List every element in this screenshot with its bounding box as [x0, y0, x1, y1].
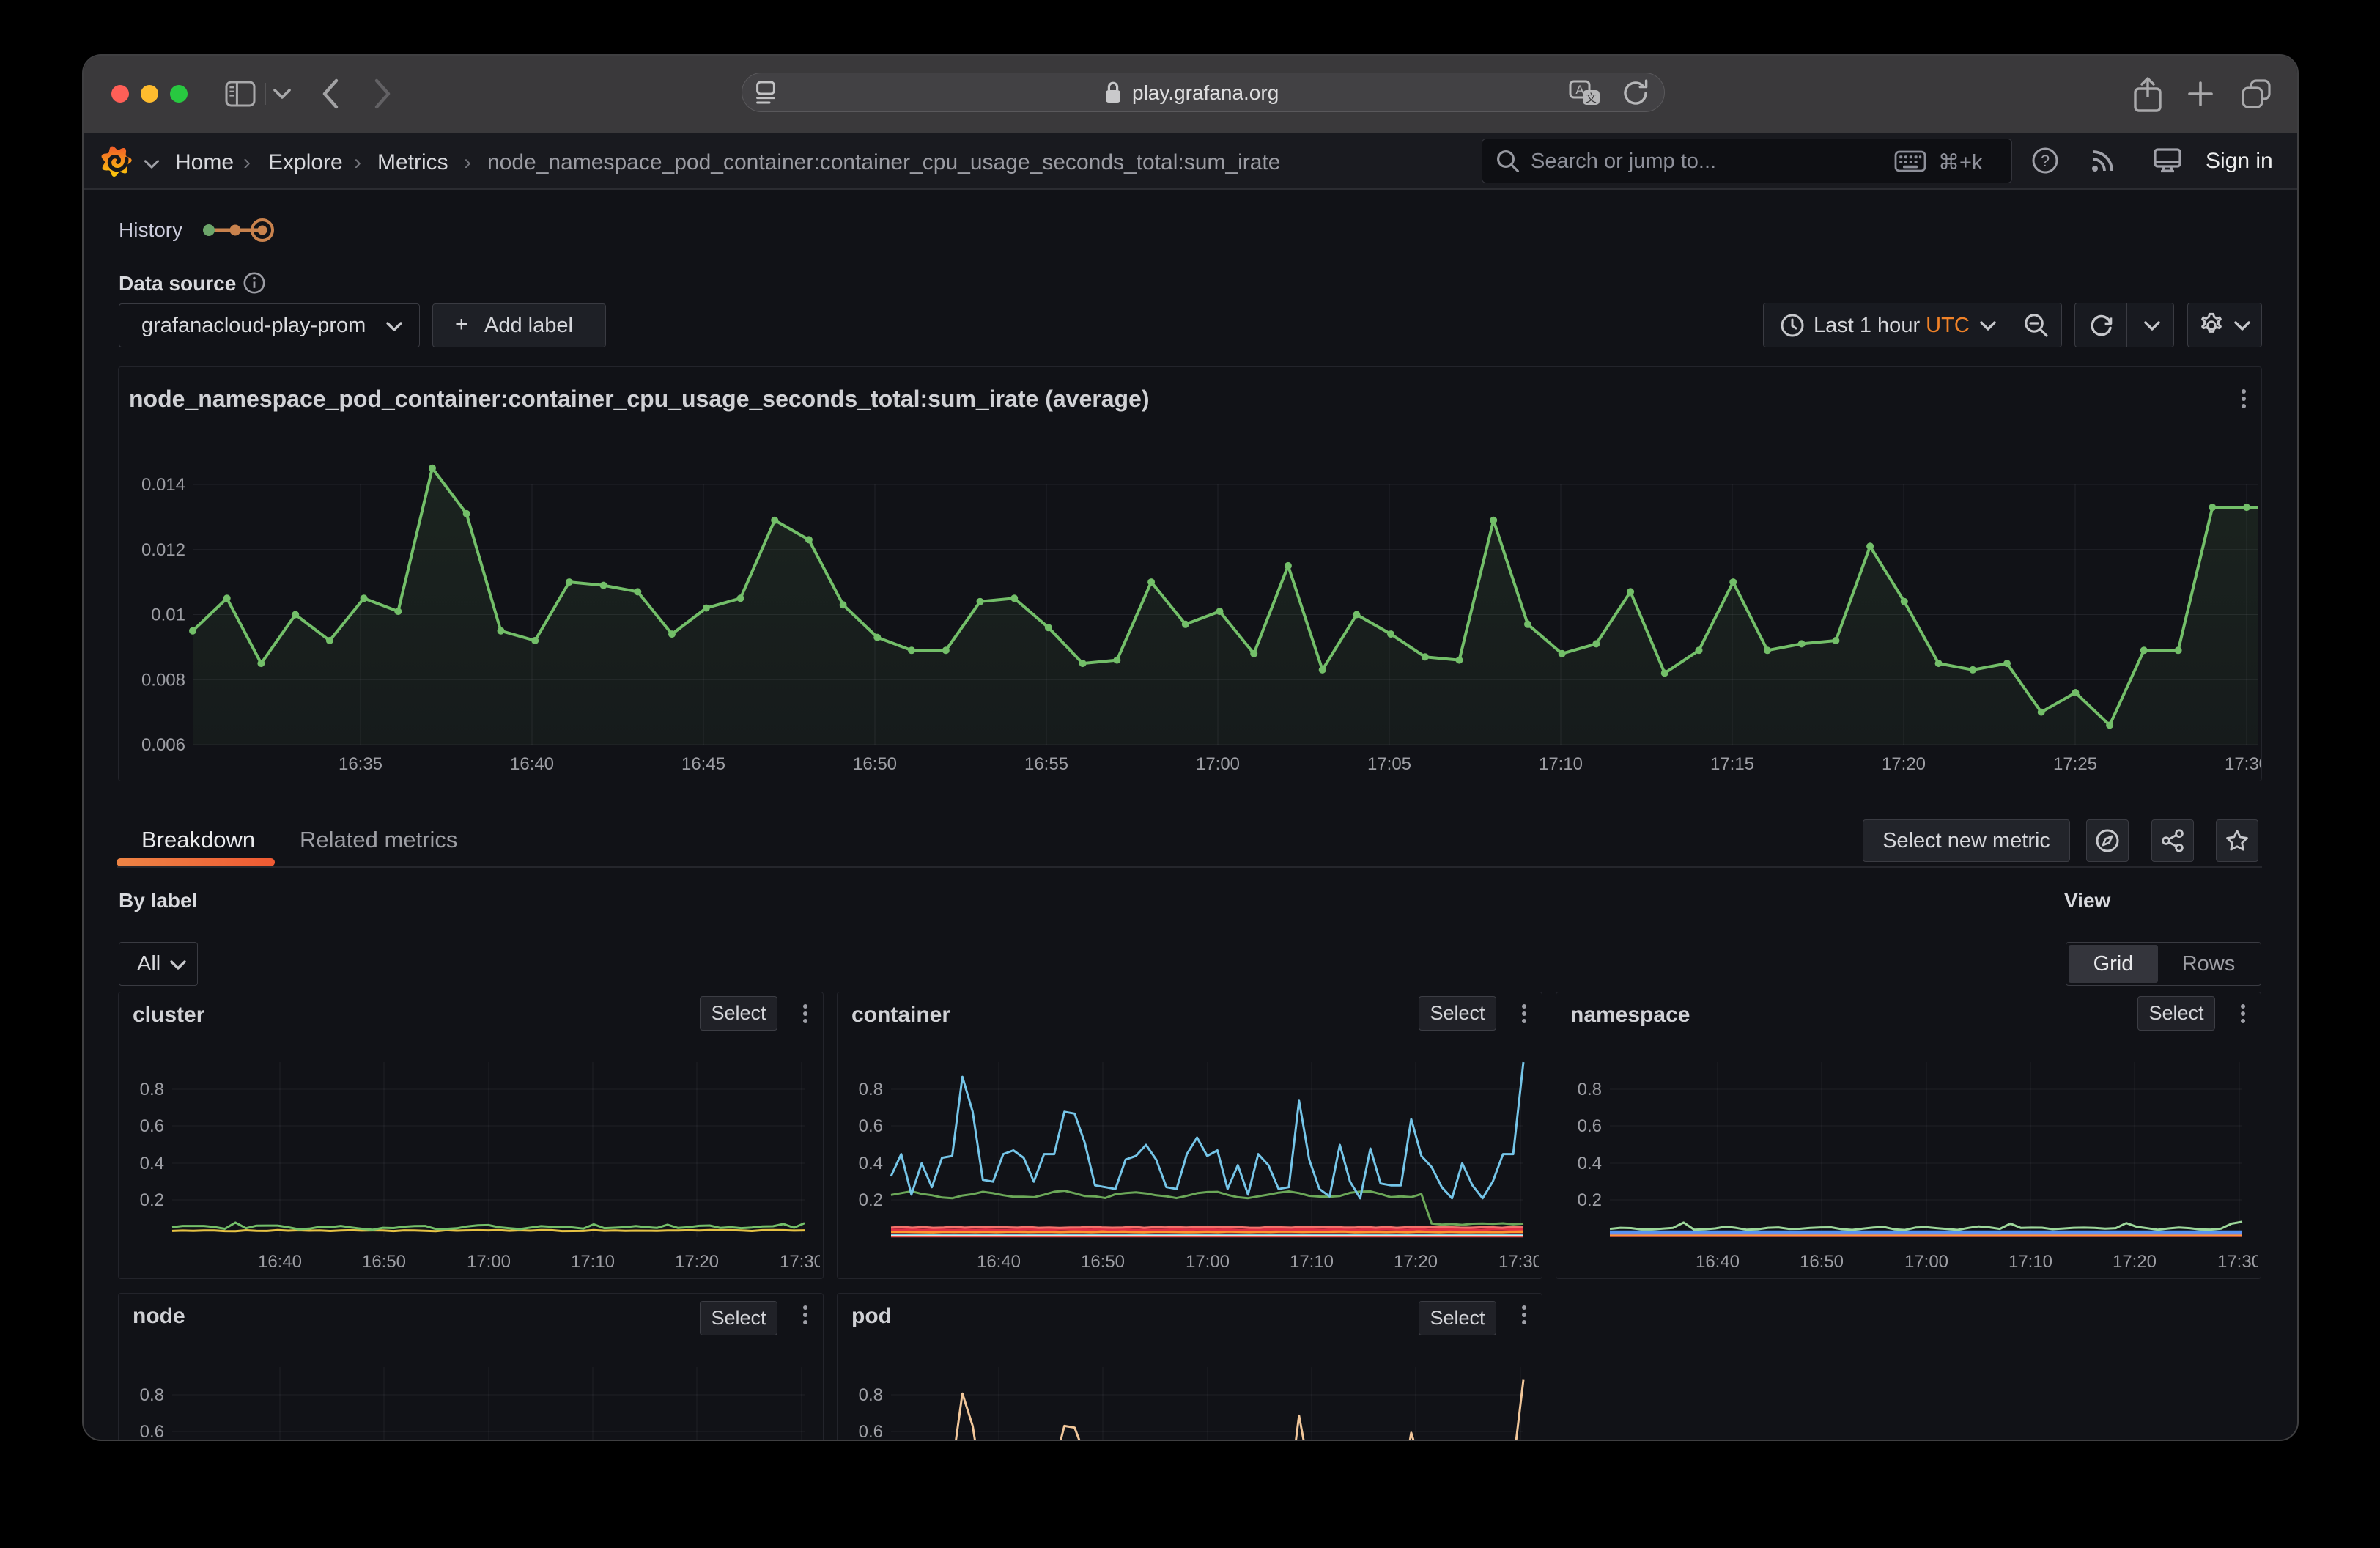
svg-text:0.2: 0.2 — [859, 1190, 883, 1210]
svg-text:16:40: 16:40 — [1696, 1252, 1740, 1272]
svg-text:17:20: 17:20 — [1394, 1252, 1438, 1272]
svg-text:文: 文 — [1586, 92, 1597, 105]
svg-text:0.008: 0.008 — [141, 670, 185, 690]
svg-text:17:20: 17:20 — [675, 1252, 719, 1272]
svg-text:0.2: 0.2 — [140, 1190, 164, 1210]
svg-text:17:30: 17:30 — [2217, 1252, 2258, 1272]
svg-text:16:40: 16:40 — [258, 1252, 302, 1272]
svg-text:0.8: 0.8 — [140, 1080, 164, 1099]
svg-text:?: ? — [2041, 152, 2050, 170]
svg-text:17:30: 17:30 — [2225, 754, 2261, 774]
svg-text:0.8: 0.8 — [1578, 1080, 1602, 1099]
svg-text:17:00: 17:00 — [1904, 1252, 1948, 1272]
svg-text:17:10: 17:10 — [571, 1252, 615, 1272]
svg-text:0.014: 0.014 — [141, 475, 185, 495]
svg-text:16:35: 16:35 — [339, 754, 382, 774]
svg-text:0.4: 0.4 — [1578, 1154, 1602, 1173]
svg-text:0.012: 0.012 — [141, 540, 185, 560]
svg-text:17:00: 17:00 — [1186, 1252, 1230, 1272]
svg-text:17:20: 17:20 — [1882, 754, 1926, 774]
svg-text:16:50: 16:50 — [1081, 1252, 1125, 1272]
svg-text:17:05: 17:05 — [1367, 754, 1411, 774]
svg-text:17:30: 17:30 — [1498, 1252, 1539, 1272]
svg-text:17:25: 17:25 — [2053, 754, 2097, 774]
svg-text:16:50: 16:50 — [853, 754, 897, 774]
svg-text:0.6: 0.6 — [859, 1422, 883, 1440]
svg-text:17:00: 17:00 — [467, 1252, 511, 1272]
svg-text:17:00: 17:00 — [1196, 754, 1240, 774]
svg-text:16:45: 16:45 — [681, 754, 725, 774]
svg-text:17:10: 17:10 — [2008, 1252, 2052, 1272]
svg-text:17:10: 17:10 — [1539, 754, 1583, 774]
svg-text:17:30: 17:30 — [780, 1252, 820, 1272]
svg-text:0.6: 0.6 — [140, 1422, 164, 1440]
svg-text:0.8: 0.8 — [859, 1385, 883, 1405]
svg-text:0.006: 0.006 — [141, 735, 185, 755]
svg-text:0.6: 0.6 — [140, 1116, 164, 1136]
svg-text:16:40: 16:40 — [977, 1252, 1021, 1272]
svg-text:0.4: 0.4 — [859, 1154, 883, 1173]
svg-text:0.6: 0.6 — [1578, 1116, 1602, 1136]
svg-text:0.8: 0.8 — [140, 1385, 164, 1405]
svg-text:0.2: 0.2 — [1578, 1190, 1602, 1210]
svg-text:0.01: 0.01 — [151, 605, 185, 625]
svg-text:17:15: 17:15 — [1710, 754, 1754, 774]
svg-text:16:50: 16:50 — [1800, 1252, 1844, 1272]
svg-text:16:50: 16:50 — [362, 1252, 406, 1272]
svg-text:17:10: 17:10 — [1290, 1252, 1334, 1272]
svg-text:16:40: 16:40 — [510, 754, 554, 774]
svg-text:0.8: 0.8 — [859, 1080, 883, 1099]
svg-text:0.4: 0.4 — [140, 1154, 164, 1173]
svg-text:17:20: 17:20 — [2113, 1252, 2157, 1272]
svg-text:0.6: 0.6 — [859, 1116, 883, 1136]
svg-text:16:55: 16:55 — [1024, 754, 1068, 774]
